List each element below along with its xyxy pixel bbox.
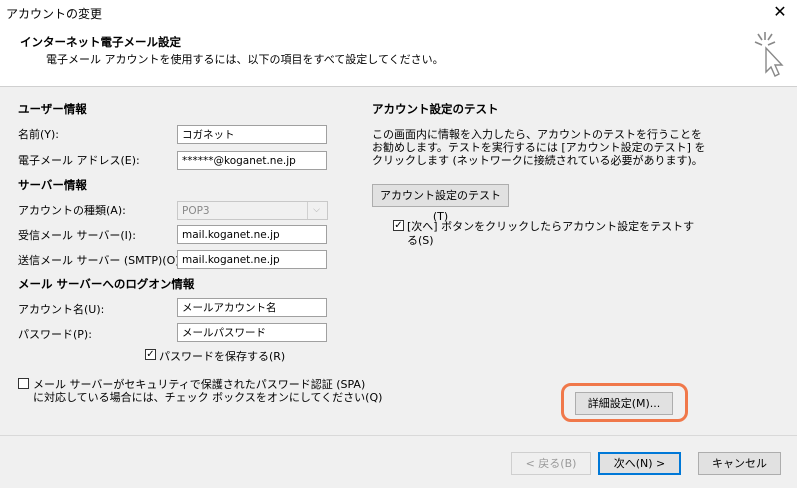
cancel-button[interactable]: キャンセル (698, 452, 781, 475)
next-button[interactable]: 次へ(N) > (598, 452, 681, 475)
auto-test-label-line1[interactable]: [次へ] ボタンをクリックしたらアカウント設定をテストす (407, 218, 694, 234)
footer-divider (0, 435, 797, 436)
incoming-server-field[interactable]: mail.koganet.ne.jp (177, 225, 327, 244)
email-field[interactable]: ******@koganet.ne.jp (177, 151, 327, 170)
page-title: インターネット電子メール設定 (20, 35, 181, 49)
outgoing-server-label: 送信メール サーバー (SMTP)(O): (18, 254, 184, 267)
spa-label-line2[interactable]: に対応している場合には、チェック ボックスをオンにしてください(Q) (33, 389, 382, 405)
test-heading: アカウント設定のテスト (372, 102, 499, 116)
name-field[interactable]: コガネット (177, 125, 327, 144)
test-account-button[interactable]: アカウント設定のテスト(T) (372, 184, 509, 223)
auto-test-checkbox[interactable]: ✓ (393, 220, 404, 231)
chevron-down-icon: ⌵ (307, 202, 325, 219)
advanced-settings-button[interactable]: 詳細設定(M)... (575, 392, 673, 415)
spa-checkbox[interactable] (18, 378, 29, 389)
password-label: パスワード(P): (18, 328, 92, 341)
account-name-field[interactable]: メールアカウント名 (177, 298, 327, 317)
auto-test-label-line2[interactable]: る(S) (407, 232, 434, 248)
user-info-heading: ユーザー情報 (18, 102, 87, 116)
title-bar: アカウントの変更 ✕ (0, 0, 797, 26)
incoming-server-label: 受信メール サーバー(I): (18, 229, 136, 242)
window-title: アカウントの変更 (6, 7, 103, 21)
outgoing-server-field[interactable]: mail.koganet.ne.jp (177, 250, 327, 269)
name-label: 名前(Y): (18, 128, 60, 141)
server-info-heading: サーバー情報 (18, 178, 87, 192)
back-button[interactable]: < 戻る(B) (511, 452, 591, 475)
cursor-sparkle-icon (754, 32, 784, 77)
account-type-label: アカウントの種類(A): (18, 204, 126, 217)
test-desc-line3: クリックします (ネットワークに接続されている必要があります)。 (372, 154, 703, 167)
page-subtitle: 電子メール アカウントを使用するには、以下の項目をすべて設定してください。 (46, 53, 444, 66)
save-password-label[interactable]: パスワードを保存する(R) (159, 348, 285, 364)
logon-info-heading: メール サーバーへのログオン情報 (18, 277, 195, 291)
password-field[interactable]: メールパスワード (177, 323, 327, 342)
account-name-label: アカウント名(U): (18, 303, 105, 316)
wizard-header: インターネット電子メール設定 電子メール アカウントを使用するには、以下の項目を… (0, 26, 797, 87)
close-icon[interactable]: ✕ (770, 2, 790, 22)
save-password-checkbox[interactable]: ✓ (145, 349, 156, 360)
email-label: 電子メール アドレス(E): (18, 154, 140, 167)
account-type-value: POP3 (182, 205, 210, 217)
account-type-select: POP3 ⌵ (177, 201, 328, 220)
